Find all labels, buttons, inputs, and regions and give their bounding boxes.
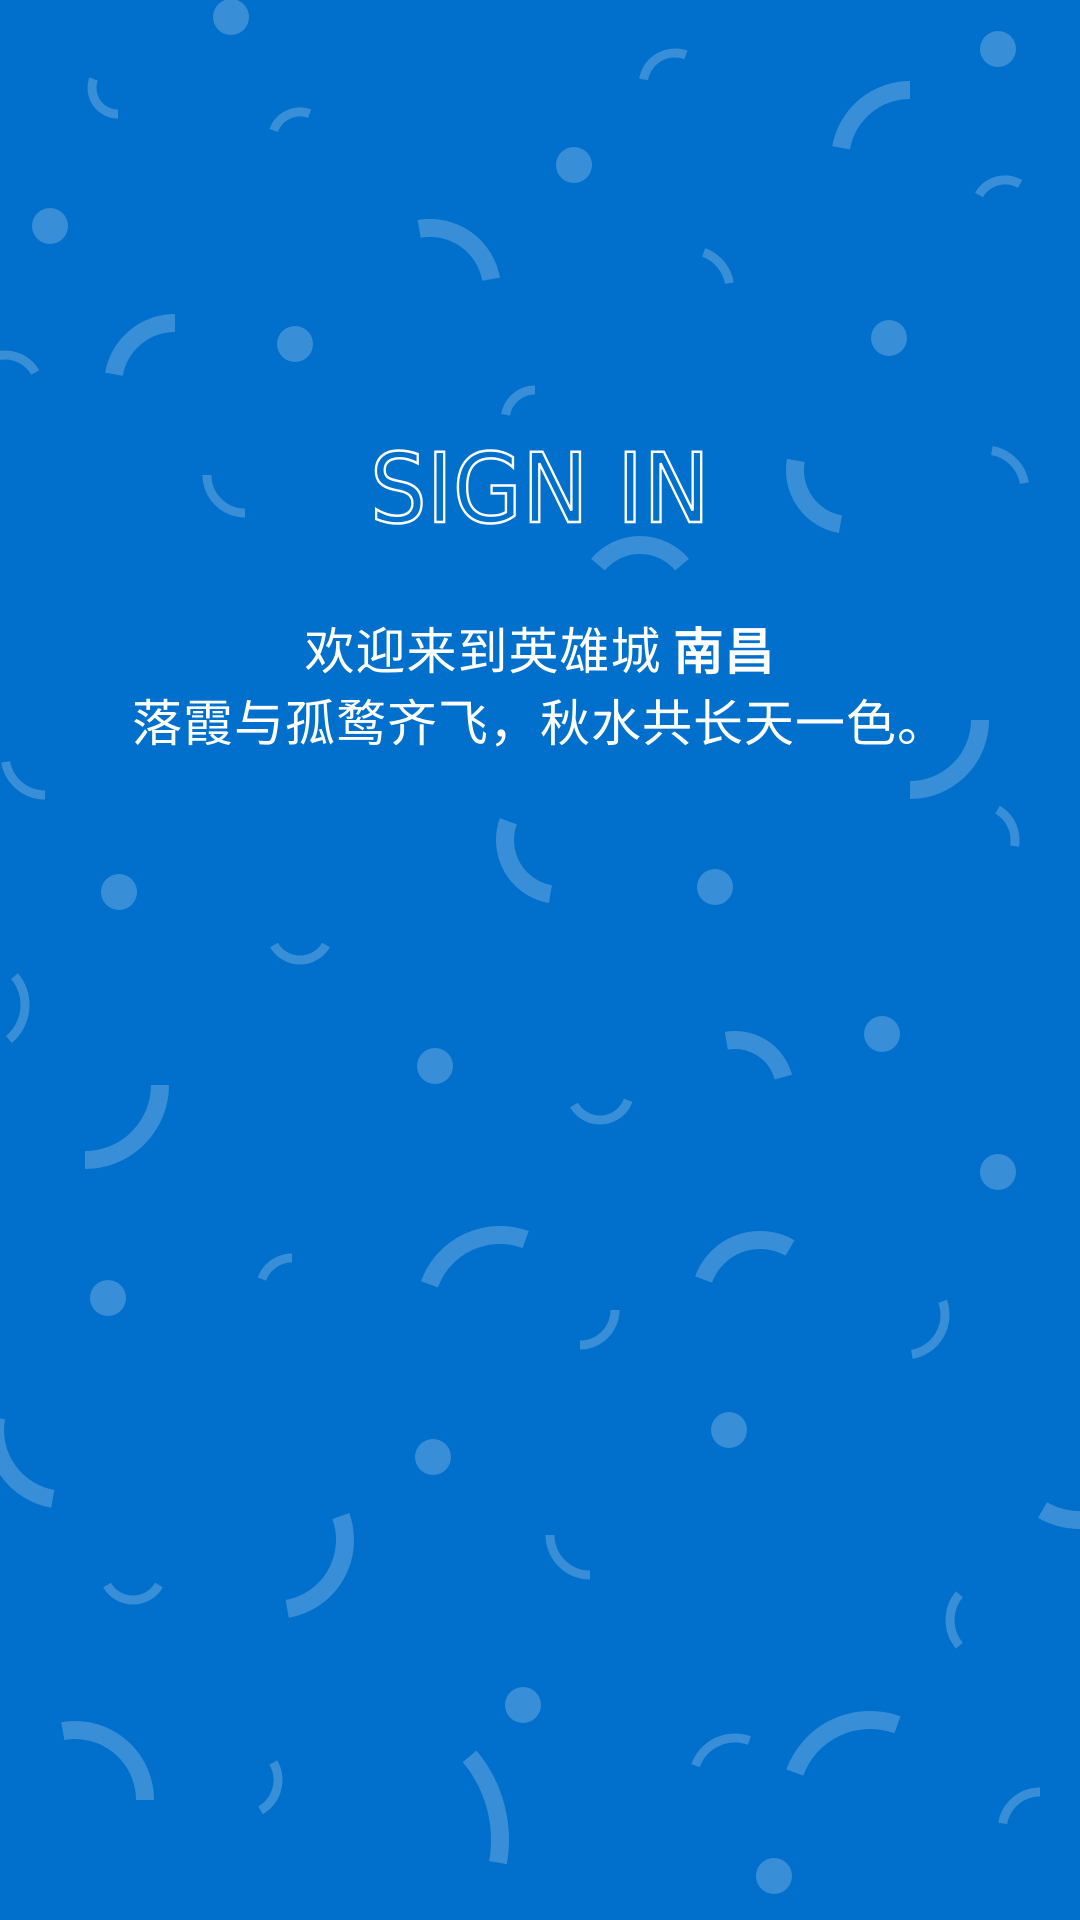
decor-arc <box>945 1591 963 1649</box>
decor-dot <box>213 0 249 35</box>
decor-arc <box>495 818 553 904</box>
decor-arc <box>910 1299 950 1359</box>
sign-in-title: SIGN IN <box>369 432 712 540</box>
sign-in-hero: SIGN IN 欢迎来到英雄城 南昌 落霞与孤鹜齐飞，秋水共长天一色。 <box>0 430 1080 754</box>
city-name: 南昌 <box>673 623 776 681</box>
decor-dot <box>756 1858 792 1894</box>
decor-arc <box>103 1582 163 1605</box>
decor-arc <box>61 1721 154 1801</box>
decor-arc <box>270 942 330 965</box>
decor-arc <box>1038 1502 1080 1529</box>
decor-dot <box>980 31 1016 67</box>
decor-arc <box>269 107 312 133</box>
decor-arc <box>724 1031 792 1080</box>
decor-dot <box>415 1439 451 1475</box>
sign-in-title-text: SIGN IN <box>370 433 710 540</box>
decor-arc <box>462 1750 509 1865</box>
welcome-line: 欢迎来到英雄城 南昌 <box>0 622 1080 682</box>
decor-dot <box>32 208 68 244</box>
poem-line: 落霞与孤鹜齐飞，秋水共长天一色。 <box>132 695 948 753</box>
decor-arc <box>105 313 176 377</box>
decor-dot <box>697 869 733 905</box>
decor-arc <box>421 1225 529 1288</box>
decor-arc <box>258 1760 283 1815</box>
decor-arc <box>579 1309 620 1350</box>
decor-arc <box>285 1513 354 1618</box>
decor-dot <box>505 1687 541 1723</box>
decor-dot <box>980 1154 1016 1190</box>
decor-arc <box>701 248 734 285</box>
decor-arc <box>1 760 46 800</box>
decor-arc <box>786 1710 901 1776</box>
decor-dot <box>871 320 907 356</box>
decor-dot <box>101 874 137 910</box>
decor-arc <box>695 1230 795 1283</box>
decor-arc <box>998 1787 1041 1825</box>
decor-dot <box>417 1048 453 1084</box>
decor-arc <box>84 1084 169 1169</box>
decor-arc <box>0 1418 55 1508</box>
decor-arc <box>832 81 911 150</box>
decor-dot <box>277 326 313 362</box>
background-pattern <box>0 0 1080 1894</box>
decor-dot <box>864 1016 900 1052</box>
decor-arc <box>975 175 1023 198</box>
decor-arc <box>501 385 536 416</box>
decor-arc <box>417 218 500 282</box>
decor-arc <box>570 1098 633 1125</box>
decor-arc <box>87 77 119 119</box>
welcome-text: 欢迎来到英雄城 <box>304 623 662 681</box>
decor-arc <box>639 48 688 81</box>
decor-arc <box>545 1534 591 1580</box>
decor-arc <box>0 350 40 375</box>
decor-arc <box>995 805 1020 847</box>
decor-arc <box>691 1733 751 1768</box>
decor-dot <box>711 1412 747 1448</box>
decor-dot <box>90 1280 126 1316</box>
decor-dot <box>556 147 592 183</box>
decor-arc <box>257 1253 293 1281</box>
decor-arc <box>5 973 30 1043</box>
